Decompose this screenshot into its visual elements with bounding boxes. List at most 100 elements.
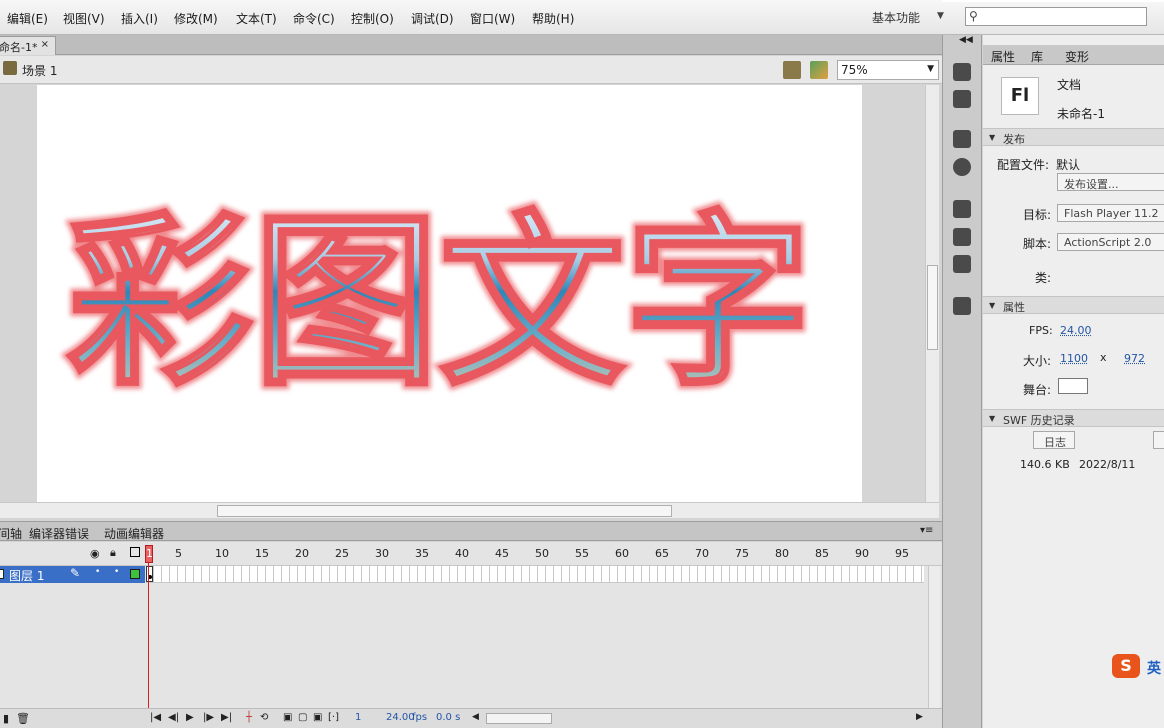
current-frame[interactable]: 1 [355,712,361,723]
menu-help[interactable]: 帮助(H) [532,10,574,27]
properties-section-header[interactable]: ▼ 属性 [983,296,1164,314]
project-icon[interactable] [953,297,971,315]
elapsed-time: 0.0 s [436,712,461,723]
layer-type-icon [0,569,4,579]
frame-rate[interactable]: 24.00 [386,712,415,723]
tab-transform[interactable]: 变形 [1065,48,1089,65]
stage-horizontal-scrollbar[interactable] [0,502,939,518]
new-layer-icon[interactable]: ▮ [3,712,9,725]
properties-section-title: 属性 [1003,301,1025,314]
color-icon[interactable] [953,63,971,81]
center-frame-icon[interactable]: ┼ [246,712,252,723]
outline-icon[interactable] [130,547,140,557]
swf-history-section-header[interactable]: ▼ SWF 历史记录 [983,409,1164,427]
frame-number: 10 [215,547,229,560]
target-select[interactable]: Flash Player 11.2 [1057,204,1164,222]
document-tab[interactable]: 命名-1* × [0,36,56,55]
layer-row[interactable]: 图层 1 ✎ • • [0,566,145,583]
menu-insert[interactable]: 插入(I) [121,10,158,27]
panel-menu-icon[interactable]: ▾≡ [920,525,933,536]
edit-multiple-frames-icon[interactable]: ▣ [313,712,322,723]
components-icon[interactable] [953,228,971,246]
stage-text[interactable]: 彩图文字 [65,193,812,413]
eye-icon[interactable]: ◉ [90,547,100,560]
frame-number: 95 [895,547,909,560]
tab-library[interactable]: 库 [1031,48,1043,65]
align-icon[interactable] [953,130,971,148]
profile-label: 配置文件: [997,158,1050,172]
log-button[interactable]: 日志 [1033,431,1075,449]
ime-indicator[interactable]: S 英 [1112,652,1164,680]
document-tab-title: 命名-1* [0,41,38,54]
stage-vertical-scrollbar[interactable] [925,85,939,502]
scene-bar: 场景 1 75% ▼ [0,56,942,84]
swatches-icon[interactable] [953,90,971,108]
menu-view[interactable]: 视图(V) [63,10,105,27]
clear-button[interactable] [1153,431,1164,449]
scrollbar-thumb[interactable] [217,505,672,517]
tab-motion-editor[interactable]: 动画编辑器 [104,525,164,542]
publish-section-header[interactable]: ▼ 发布 [983,128,1164,146]
close-icon[interactable]: × [41,39,49,50]
scene-label[interactable]: 场景 1 [22,62,57,79]
lock-icon[interactable]: 🔒︎ [110,546,116,560]
scrollbar-thumb[interactable] [927,265,938,350]
flash-document-icon: Fl [1001,77,1039,115]
visibility-dot[interactable]: • [95,567,100,577]
chevron-down-icon[interactable]: ▼ [937,11,944,21]
next-frame-icon[interactable]: |▶ [203,712,214,723]
menu-control[interactable]: 控制(O) [351,10,394,27]
tab-properties[interactable]: 属性 [991,48,1015,65]
motion-presets-icon[interactable] [953,255,971,273]
search-icon: ⚲ [969,9,978,23]
frame-cells[interactable] [146,566,924,583]
loop-icon[interactable]: ⟲ [260,712,268,723]
menu-edit[interactable]: 编辑(E) [7,10,48,27]
edit-scene-icon[interactable] [783,61,801,79]
help-search-input[interactable]: ⚲ [965,7,1147,26]
menu-modify[interactable]: 修改(M) [174,10,218,27]
stage[interactable]: 彩图文字 彩图文字 [37,85,862,502]
fps-value[interactable]: 24.00 [1060,324,1092,337]
stage-width[interactable]: 1100 [1060,352,1088,365]
script-select[interactable]: ActionScript 2.0 [1057,233,1164,251]
menu-text[interactable]: 文本(T) [236,10,277,27]
lock-dot[interactable]: • [114,567,119,577]
tab-compiler-errors[interactable]: 编译器错误 [29,525,89,542]
first-frame-icon[interactable]: |◀ [150,712,161,723]
timeline-scroll-thumb[interactable] [486,713,552,724]
timeline-vertical-scrollbar[interactable] [928,566,940,708]
frame-number: 40 [455,547,469,560]
scroll-left-icon[interactable]: ◀ [472,712,479,722]
timeline-body: 图层 1 ✎ • • [0,566,942,708]
script-label: 脚本: [1023,237,1052,251]
sogou-icon: S [1112,654,1140,678]
menu-debug[interactable]: 调试(D) [411,10,454,27]
onion-skin-icon[interactable]: ▣ [283,712,292,723]
prev-frame-icon[interactable]: ◀| [168,712,179,723]
outline-color-swatch[interactable] [130,569,140,579]
frame-number: 25 [335,547,349,560]
zoom-select[interactable]: 75% ▼ [837,60,939,80]
layer-name[interactable]: 图层 1 [9,567,44,584]
timeline-header: ◉ 🔒︎ 1 5 10 15 20 25 30 35 40 45 50 55 60 65 70 75 80 85 9… [0,542,942,566]
menu-window[interactable]: 窗口(W) [470,10,515,27]
publish-settings-button[interactable]: 发布设置... [1057,173,1164,191]
play-icon[interactable]: ▶ [186,712,194,723]
info-icon[interactable] [953,158,971,176]
scroll-right-icon[interactable]: ▶ [916,712,923,722]
menu-commands[interactable]: 命令(C) [293,10,335,27]
last-frame-icon[interactable]: ▶| [221,712,232,723]
delete-layer-icon[interactable]: 🗑︎ [16,712,30,725]
code-snippets-icon[interactable] [953,200,971,218]
workspace-switcher[interactable]: 基本功能 [872,9,920,26]
collapse-icon[interactable]: ◀◀ [959,35,973,45]
stage-height[interactable]: 972 [1124,352,1145,365]
stage-color-swatch[interactable] [1058,378,1088,394]
onion-outline-icon[interactable]: ▢ [298,712,307,723]
onion-markers-icon[interactable]: [·] [328,712,339,723]
pencil-icon: ✎ [70,566,81,580]
chevron-down-icon: ▼ [989,301,996,310]
tab-timeline[interactable]: 时间轴 [0,525,22,542]
edit-symbols-icon[interactable] [810,61,828,79]
